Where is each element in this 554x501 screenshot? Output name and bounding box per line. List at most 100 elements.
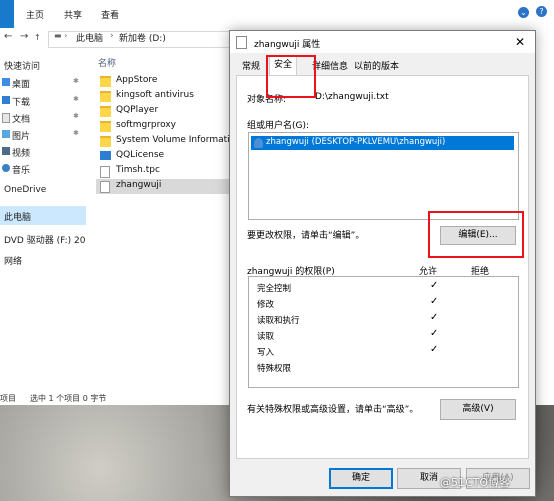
folder-icon <box>100 106 111 117</box>
status-item-count: 项目 <box>0 394 16 403</box>
breadcrumb-this-pc[interactable]: 此电脑 <box>76 31 103 44</box>
video-icon <box>2 147 10 155</box>
group-user-label: 组或用户名(G): <box>247 121 310 131</box>
file-row[interactable]: QQPlayer <box>96 104 236 119</box>
file-row[interactable]: Timsh.tpc <box>96 164 236 179</box>
check-icon: ✓ <box>430 328 439 339</box>
file-row[interactable]: zhangwuji <box>96 179 236 194</box>
ribbon-tab-home[interactable]: 主页 <box>22 8 48 24</box>
file-row[interactable]: QQLicense <box>96 149 236 164</box>
nav-item-label: DVD 驱动器 (F:) 201 <box>4 236 86 246</box>
column-header-name[interactable]: 名称 <box>98 56 116 69</box>
nav-item-label: 网络 <box>4 257 23 267</box>
tab-previous-versions[interactable]: 以前的版本 <box>350 59 403 75</box>
nav-item-onedrive[interactable]: OneDrive <box>0 183 86 199</box>
nav-item-quick-access[interactable]: 快速访问 <box>0 57 86 73</box>
location-icon: ▬ › <box>54 31 68 40</box>
permission-name: 写入 <box>257 348 275 358</box>
file-name: AppStore <box>116 75 158 85</box>
file-row[interactable]: softmgrproxy <box>96 119 236 134</box>
security-tab-highlight <box>266 55 316 98</box>
ribbon-tab-share[interactable]: 共享 <box>60 8 86 24</box>
nav-item-dvd-drive[interactable]: DVD 驱动器 (F:) 201 <box>0 231 86 247</box>
music-icon <box>2 164 10 172</box>
pin-icon[interactable]: ✱ <box>73 95 79 103</box>
folder-icon <box>100 136 111 147</box>
permission-row: 读取和执行 ✓ <box>253 311 493 327</box>
permissions-list[interactable]: 完全控制 ✓ 修改 ✓ 读取和执行 ✓ 读取 ✓ 写入 ✓ 特殊权限 <box>248 276 519 388</box>
file-row[interactable]: AppStore <box>96 74 236 89</box>
object-name-value: D:\zhangwuji.txt <box>315 92 389 102</box>
file-list: 名称 AppStore kingsoft antivirus QQPlayer … <box>92 52 241 387</box>
nav-item-network[interactable]: 网络 <box>0 252 86 268</box>
folder-icon <box>100 121 111 132</box>
check-icon: ✓ <box>430 280 439 291</box>
desktop-icon <box>2 78 10 86</box>
permission-row: 修改 ✓ <box>253 295 493 311</box>
file-menu-button[interactable] <box>0 0 14 28</box>
file-name: QQLicense <box>116 150 165 160</box>
ok-button[interactable]: 确定 <box>329 468 393 489</box>
nav-item-downloads[interactable]: 下载 ✱ <box>0 93 86 109</box>
list-item[interactable]: zhangwuji (DESKTOP-PKLVEMU\zhangwuji) <box>251 136 514 150</box>
nav-item-pictures[interactable]: 图片 ✱ <box>0 127 86 143</box>
ribbon: 主页 共享 查看 ⌄ ? <box>0 0 554 29</box>
permission-row: 读取 ✓ <box>253 327 493 343</box>
permission-name: 读取和执行 <box>257 316 300 326</box>
text-file-icon <box>236 36 247 49</box>
advanced-button[interactable]: 高级(V) <box>440 399 516 420</box>
nav-item-desktop[interactable]: 桌面 ✱ <box>0 75 86 91</box>
pin-icon[interactable]: ✱ <box>73 129 79 137</box>
help-icon[interactable]: ? <box>536 6 547 17</box>
advanced-hint: 有关特殊权限或高级设置，请单击“高级”。 <box>247 405 419 415</box>
permission-row: 特殊权限 <box>253 359 493 375</box>
file-row[interactable]: System Volume Information <box>96 134 241 149</box>
close-icon[interactable]: ✕ <box>515 35 525 49</box>
nav-item-label: 下载 <box>12 98 31 108</box>
nav-item-label: 此电脑 <box>4 213 32 223</box>
nav-item-label: 桌面 <box>12 80 31 90</box>
picture-icon <box>2 130 10 138</box>
file-name: Timsh.tpc <box>116 165 160 175</box>
app-icon <box>100 151 111 160</box>
watermark: @51CTO博客 <box>440 476 511 489</box>
permission-name: 读取 <box>257 332 275 342</box>
pin-icon[interactable]: ✱ <box>73 112 79 120</box>
nav-item-label: 视频 <box>12 149 31 159</box>
forward-icon[interactable]: → <box>20 31 28 42</box>
breadcrumb-drive-d[interactable]: 新加卷 (D:) <box>119 31 166 44</box>
file-name: kingsoft antivirus <box>116 90 194 100</box>
nav-item-label: 图片 <box>12 132 31 142</box>
file-name: zhangwuji <box>116 180 162 190</box>
nav-item-this-pc[interactable]: 此电脑 <box>0 206 86 225</box>
document-icon <box>100 181 110 193</box>
edit-hint: 要更改权限，请单击“编辑”。 <box>247 231 365 241</box>
navigation-pane: 快速访问 桌面 ✱ 下载 ✱ 文档 ✱ 图片 ✱ 视频 音乐 OneDrive … <box>0 52 86 387</box>
pin-icon[interactable]: ✱ <box>73 77 79 85</box>
nav-item-label: OneDrive <box>4 185 47 195</box>
check-icon: ✓ <box>430 296 439 307</box>
back-icon[interactable]: ← <box>4 31 12 42</box>
nav-item-label: 快速访问 <box>4 62 41 72</box>
permission-name: 特殊权限 <box>257 364 292 374</box>
permission-name: 完全控制 <box>257 284 292 294</box>
file-name: softmgrproxy <box>116 120 177 130</box>
security-panel: 对象名称: D:\zhangwuji.txt 组或用户名(G): zhangwu… <box>236 75 529 459</box>
check-icon: ✓ <box>430 312 439 323</box>
dialog-title: zhangwuji 属性 <box>254 40 321 50</box>
nav-item-label: 音乐 <box>12 166 31 176</box>
tab-general[interactable]: 常规 <box>238 59 264 75</box>
nav-item-documents[interactable]: 文档 ✱ <box>0 110 86 126</box>
nav-item-videos[interactable]: 视频 <box>0 144 86 160</box>
ribbon-expand-icon[interactable]: ⌄ <box>518 7 529 18</box>
document-icon <box>2 113 10 123</box>
document-icon <box>100 166 110 178</box>
download-icon <box>2 96 10 104</box>
permission-row: 写入 ✓ <box>253 343 493 359</box>
ribbon-tab-view[interactable]: 查看 <box>97 8 123 24</box>
permission-row: 完全控制 ✓ <box>253 279 493 295</box>
nav-item-music[interactable]: 音乐 <box>0 161 86 177</box>
up-icon[interactable]: ↑ <box>34 33 41 42</box>
group-user-list[interactable]: zhangwuji (DESKTOP-PKLVEMU\zhangwuji) <box>248 132 519 220</box>
file-row[interactable]: kingsoft antivirus <box>96 89 236 104</box>
